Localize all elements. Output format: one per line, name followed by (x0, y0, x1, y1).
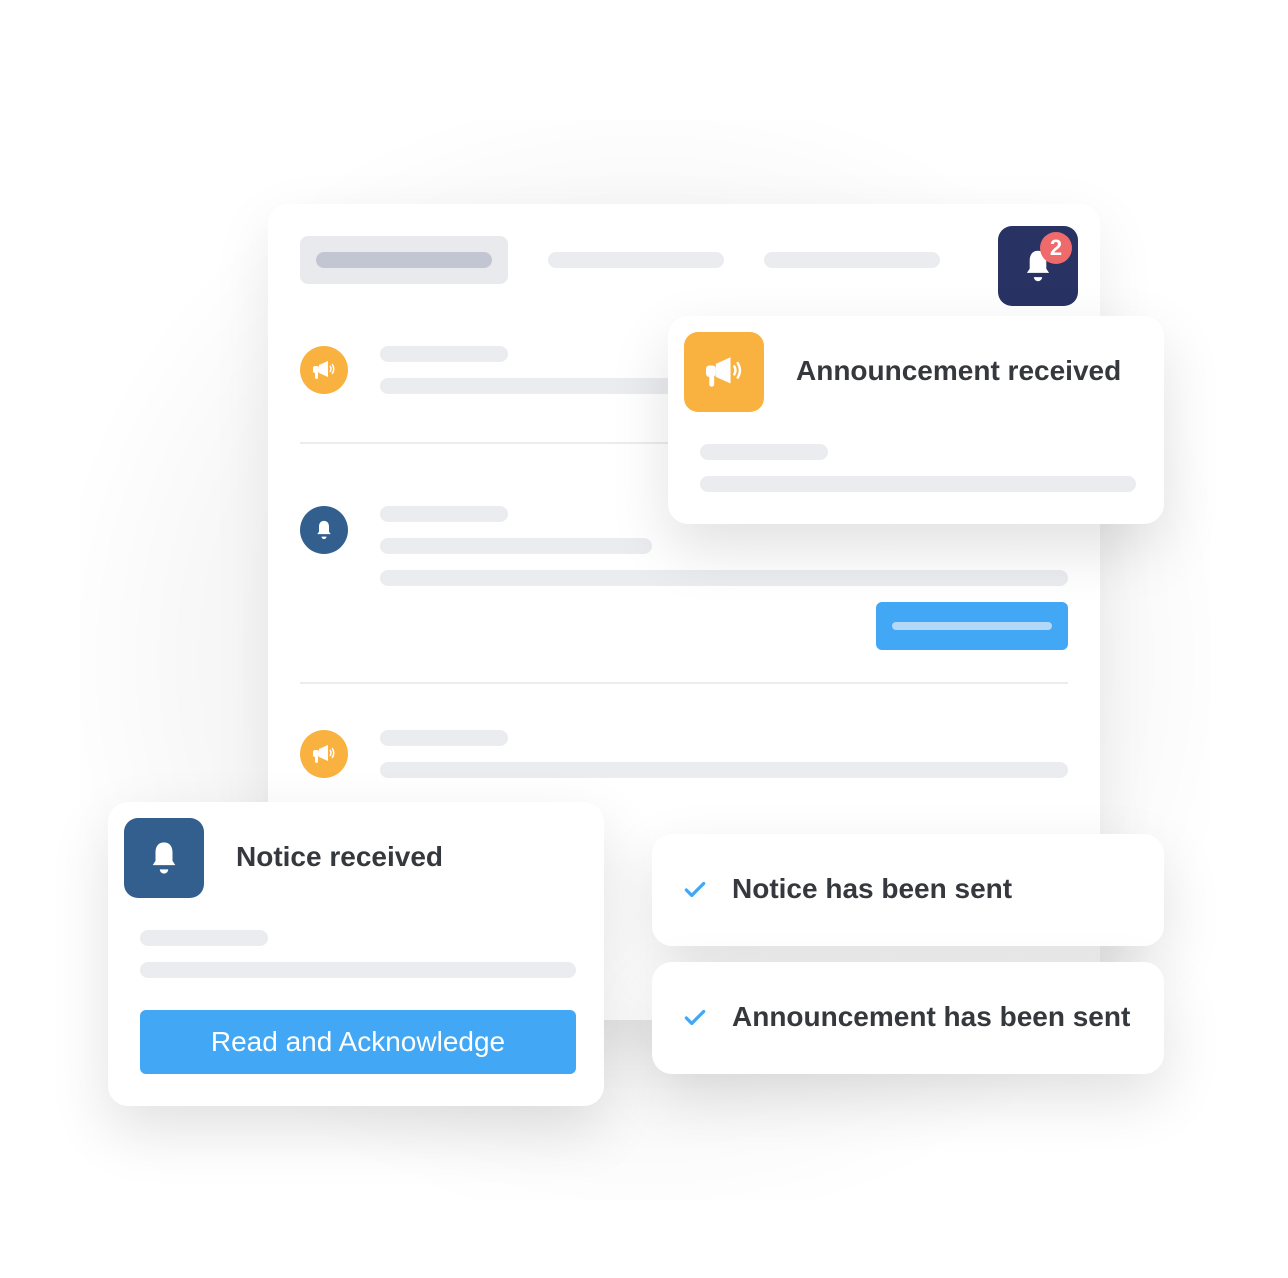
confirmation-text: Notice has been sent (732, 873, 1013, 904)
announcement-icon (300, 346, 348, 394)
confirmation-card: Announcement has been sent (652, 962, 1164, 1074)
text-placeholder (380, 538, 652, 554)
text-placeholder (140, 962, 576, 978)
check-icon (684, 881, 706, 898)
confirmation-card: Notice has been sent (652, 834, 1164, 946)
tab-label-placeholder (316, 252, 492, 268)
notice-icon (124, 818, 204, 898)
button-label-placeholder (892, 622, 1052, 630)
tab-active[interactable] (300, 236, 508, 284)
text-placeholder (700, 476, 1136, 492)
text-placeholder (380, 346, 508, 362)
announcement-icon (684, 332, 764, 412)
divider (300, 682, 1068, 684)
text-placeholder (380, 730, 508, 746)
read-and-acknowledge-button[interactable]: Read and Acknowledge (140, 1010, 576, 1074)
announcement-received-card[interactable]: Announcement received (668, 316, 1164, 524)
text-placeholder (380, 570, 1068, 586)
notice-received-card[interactable]: Notice received Read and Acknowledge (108, 802, 604, 1106)
text-placeholder (700, 444, 828, 460)
text-placeholder (380, 762, 1068, 778)
notification-count-badge: 2 (1040, 232, 1072, 264)
announcement-icon (300, 730, 348, 778)
text-placeholder (380, 506, 508, 522)
announcement-title: Announcement received (796, 355, 1122, 386)
action-button[interactable] (876, 602, 1068, 650)
tab-placeholder[interactable] (548, 252, 724, 268)
text-placeholder (140, 930, 268, 946)
tab-placeholder[interactable] (764, 252, 940, 268)
confirmation-text: Announcement has been sent (732, 1001, 1131, 1032)
check-icon (684, 1009, 706, 1026)
notifications-button[interactable]: 2 (998, 226, 1078, 306)
notice-icon (300, 506, 348, 554)
notice-title: Notice received (236, 841, 443, 872)
